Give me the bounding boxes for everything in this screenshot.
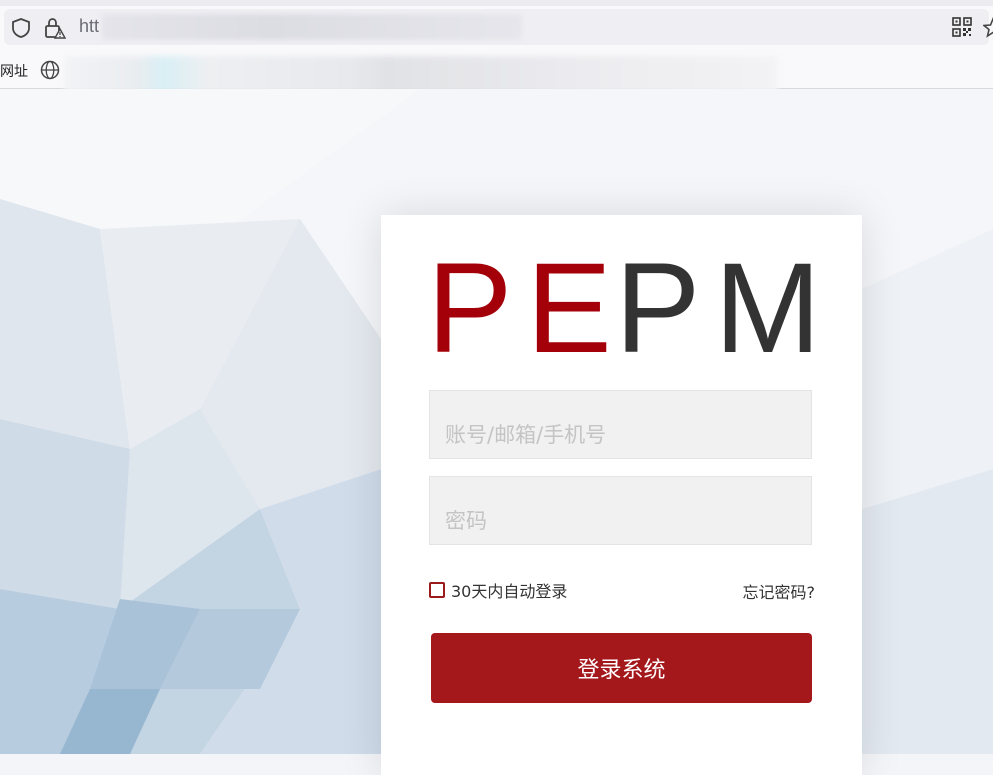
- url-redacted: [102, 14, 522, 40]
- lock-warning-icon[interactable]: [42, 16, 66, 40]
- globe-icon[interactable]: [40, 60, 60, 80]
- account-input[interactable]: [429, 390, 812, 459]
- url-text[interactable]: htt: [79, 16, 99, 37]
- pepm-logo: PE PM: [429, 245, 821, 357]
- bookmarks-label[interactable]: 网址: [0, 61, 28, 81]
- browser-toolbar: htt 网址: [0, 0, 993, 100]
- remember-me[interactable]: 30天内自动登录: [429, 579, 567, 601]
- remember-checkbox[interactable]: [429, 582, 445, 598]
- login-button[interactable]: 登录系统: [431, 633, 812, 703]
- star-icon[interactable]: [983, 16, 993, 38]
- login-card: PE PM 30天内自动登录 忘记密码? 登录系统: [381, 215, 862, 775]
- logo-part-2: PM: [615, 245, 821, 357]
- qr-code-icon[interactable]: [952, 17, 972, 37]
- password-input[interactable]: [429, 476, 812, 545]
- tab-strip-edge: [0, 0, 993, 6]
- forgot-password-link[interactable]: 忘记密码?: [743, 579, 816, 603]
- remember-label[interactable]: 30天内自动登录: [451, 578, 567, 602]
- shield-icon[interactable]: [10, 17, 32, 39]
- logo-part-1: PE: [429, 245, 626, 357]
